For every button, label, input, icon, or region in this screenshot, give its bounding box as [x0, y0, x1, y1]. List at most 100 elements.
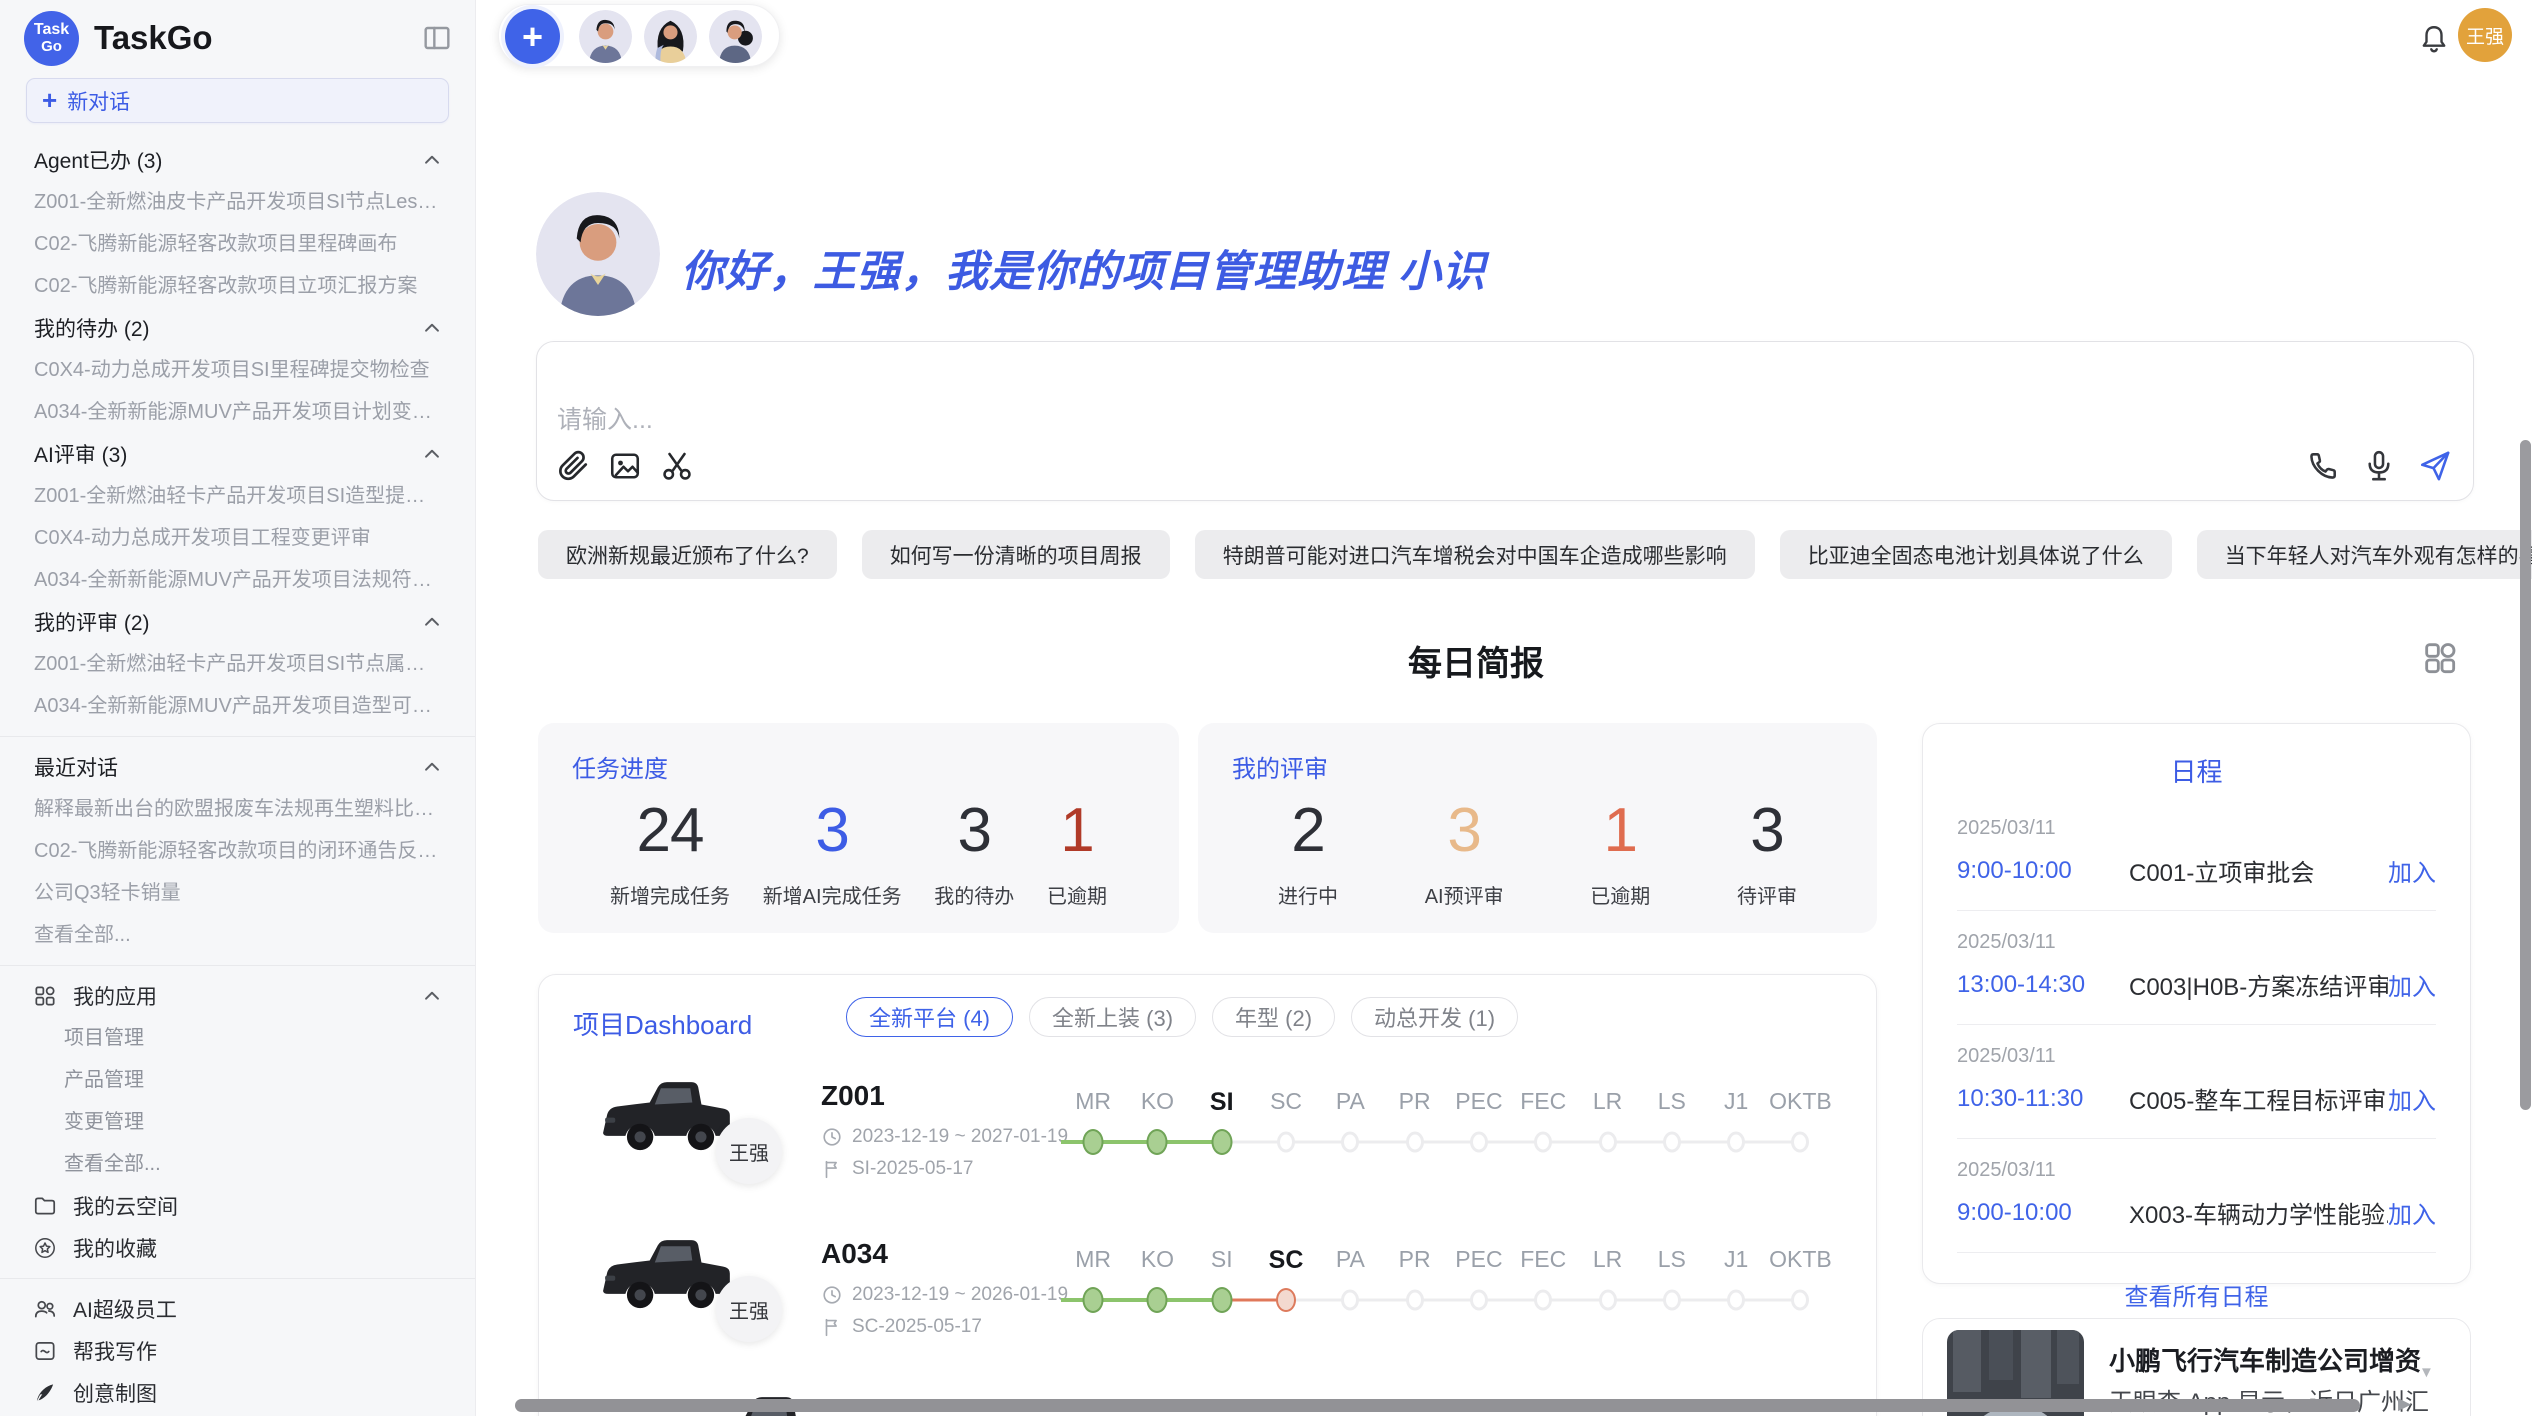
milestone-dot[interactable] [1663, 1290, 1681, 1311]
milestone-dot[interactable] [1727, 1132, 1745, 1153]
milestone-dot[interactable] [1791, 1132, 1809, 1153]
milestone-dot[interactable] [1341, 1132, 1359, 1153]
new-conversation-button[interactable]: + [505, 9, 560, 64]
divider [0, 1278, 475, 1279]
sidebar-item-star[interactable]: 我的收藏 [0, 1227, 475, 1269]
milestone-track: MRKOSISCPAPRPECFECLRLSJ1OKTB [1061, 1088, 1833, 1169]
milestone-dot[interactable] [1791, 1290, 1809, 1311]
stat-value: 3 [1425, 795, 1504, 866]
milestone-label: PA [1318, 1246, 1382, 1275]
sidebar-section-header[interactable]: 我的评审 (2) [0, 601, 475, 643]
section-label: 我的待办 (2) [34, 313, 150, 343]
avatar-woman-long[interactable] [644, 10, 697, 63]
dashboard-tab[interactable]: 动总开发 (1) [1351, 997, 1518, 1037]
phone-icon[interactable] [2305, 448, 2341, 484]
milestone-dot[interactable] [1147, 1287, 1168, 1313]
milestone-dot[interactable] [1083, 1287, 1104, 1313]
scroll-right-arrow-icon[interactable]: ▶ [2398, 1394, 2411, 1414]
view-all-link[interactable]: 查看全部... [0, 914, 475, 956]
sidebar-item[interactable]: A034-全新新能源MUV产品开发项目计划变更表编写 [0, 391, 475, 433]
sidebar-item[interactable]: A034-全新新能源MUV产品开发项目法规符合性评审 [0, 559, 475, 601]
paperclip-icon[interactable] [555, 448, 591, 484]
milestone-dot[interactable] [1470, 1132, 1488, 1153]
sidebar-section-header[interactable]: 我的待办 (2) [0, 307, 475, 349]
join-link[interactable]: 加入 [2388, 853, 2436, 888]
collapse-sidebar-icon[interactable] [421, 22, 453, 54]
new-chat-button[interactable]: + 新对话 [26, 78, 449, 123]
app-item[interactable]: 变更管理 [0, 1101, 475, 1143]
suggestion-chip[interactable]: 比亚迪全固态电池计划具体说了什么 [1780, 530, 2172, 579]
sidebar-item[interactable]: A034-全新新能源MUV产品开发项目造型可行性评审 [0, 685, 475, 727]
recent-chat-item[interactable]: 解释最新出台的欧盟报废车法规再生塑料比例被调至15%... [0, 788, 475, 830]
milestone-dot[interactable] [1083, 1129, 1104, 1155]
scroll-down-arrow-icon[interactable]: ▼ [2419, 1364, 2434, 1381]
chat-input-placeholder[interactable]: 请输入... [557, 400, 653, 436]
recent-chat-item[interactable]: 公司Q3轻卡销量 [0, 872, 475, 914]
suggestion-chip[interactable]: 如何写一份清晰的项目周报 [862, 530, 1170, 579]
user-avatar[interactable]: 王强 [2458, 8, 2512, 62]
sidebar-tool[interactable]: 创意制图 [0, 1372, 475, 1414]
sidebar-item[interactable]: Z001-全新燃油皮卡产品开发项目SI节点Lesson Learn报告 [0, 181, 475, 223]
sidebar-item[interactable]: C02-飞腾新能源轻客改款项目里程碑画布 [0, 223, 475, 265]
app-item[interactable]: 项目管理 [0, 1017, 475, 1059]
avatar-man[interactable] [579, 10, 632, 63]
project-row: 王强Z0012023-12-19 ~ 2027-01-19SI-2025-05-… [539, 1070, 1877, 1228]
suggestion-chip[interactable]: 特朗普可能对进口汽车增税会对中国车企造成哪些影响 [1195, 530, 1755, 579]
sidebar-item-my-apps[interactable]: 我的应用 [0, 975, 475, 1017]
milestone-dot[interactable] [1406, 1132, 1424, 1153]
milestone-dot[interactable] [1211, 1287, 1232, 1313]
image-icon[interactable] [607, 448, 643, 484]
sidebar-item[interactable]: C0X4-动力总成开发项目工程变更评审 [0, 517, 475, 559]
milestone-dot[interactable] [1727, 1290, 1745, 1311]
join-link[interactable]: 加入 [2388, 1195, 2436, 1230]
sidebar-item[interactable]: Z001-全新燃油轻卡产品开发项目SI造型提交物评审 [0, 475, 475, 517]
vertical-scrollbar[interactable] [2520, 440, 2531, 1110]
chat-input-card[interactable]: 请输入... [536, 341, 2474, 501]
dashboard-tab[interactable]: 全新上装 (3) [1029, 997, 1196, 1037]
layout-grid-icon[interactable] [2420, 638, 2460, 678]
sidebar-item-folder[interactable]: 我的云空间 [0, 1185, 475, 1227]
send-icon[interactable] [2417, 448, 2453, 484]
view-all-link[interactable]: 查看全部... [0, 1143, 475, 1185]
app-item[interactable]: 产品管理 [0, 1059, 475, 1101]
sidebar-tool[interactable]: AI超级员工 [0, 1288, 475, 1330]
mic-icon[interactable] [2361, 448, 2397, 484]
sidebar-item[interactable]: C0X4-动力总成开发项目SI里程碑提交物检查 [0, 349, 475, 391]
dashboard-tab[interactable]: 全新平台 (4) [846, 997, 1013, 1037]
stat-row: 24新增完成任务3新增AI完成任务3我的待办1已逾期 [538, 795, 1179, 909]
milestone-label: FEC [1511, 1088, 1575, 1117]
milestone-dot[interactable] [1211, 1129, 1232, 1155]
milestone-dot[interactable] [1663, 1132, 1681, 1153]
scissors-icon[interactable] [659, 448, 695, 484]
stat-value: 1 [1047, 795, 1107, 866]
milestone-dot[interactable] [1277, 1132, 1295, 1153]
milestone-dot[interactable] [1406, 1290, 1424, 1311]
dashboard-tab[interactable]: 年型 (2) [1212, 997, 1335, 1037]
milestone-dot[interactable] [1470, 1290, 1488, 1311]
horizontal-scrollbar[interactable] [515, 1399, 2360, 1412]
sidebar-item[interactable]: Z001-全新燃油轻卡产品开发项目SI节点属性5D文件评审 [0, 643, 475, 685]
apps-grid-icon [32, 983, 58, 1009]
milestone-dot[interactable] [1341, 1290, 1359, 1311]
avatar-woman-bun[interactable] [709, 10, 762, 63]
sidebar-tool[interactable]: 帮我写作 [0, 1330, 475, 1372]
milestone-dot[interactable] [1534, 1132, 1552, 1153]
suggestion-chip[interactable]: 当下年轻人对汽车外观有怎样的喜好趋势 [2197, 530, 2532, 579]
event-time: 10:30-11:30 [1957, 1085, 2129, 1113]
suggestion-chip[interactable]: 欧洲新规最近颁布了什么? [538, 530, 837, 579]
milestone-dot[interactable] [1534, 1290, 1552, 1311]
join-link[interactable]: 加入 [2388, 1081, 2436, 1116]
milestone-dot[interactable] [1276, 1288, 1296, 1312]
join-link[interactable]: 加入 [2388, 967, 2436, 1002]
view-all-schedule-link[interactable]: 查看所有日程 [1923, 1277, 2470, 1312]
sidebar-section-header[interactable]: Agent已办 (3) [0, 139, 475, 181]
sidebar-section-header[interactable]: AI评审 (3) [0, 433, 475, 475]
recent-chat-item[interactable]: C02-飞腾新能源轻客改款项目的闭环通告反馈情况 [0, 830, 475, 872]
milestone-dot[interactable] [1147, 1129, 1168, 1155]
notification-bell-icon[interactable] [2416, 22, 2452, 58]
milestone-dot[interactable] [1599, 1132, 1617, 1153]
sidebar-item[interactable]: C02-飞腾新能源轻客改款项目立项汇报方案 [0, 265, 475, 307]
milestone-dot[interactable] [1599, 1290, 1617, 1311]
sidebar-section-header[interactable]: 最近对话 [0, 746, 475, 788]
project-dates: 2023-12-19 ~ 2027-01-19 [821, 1126, 1068, 1148]
